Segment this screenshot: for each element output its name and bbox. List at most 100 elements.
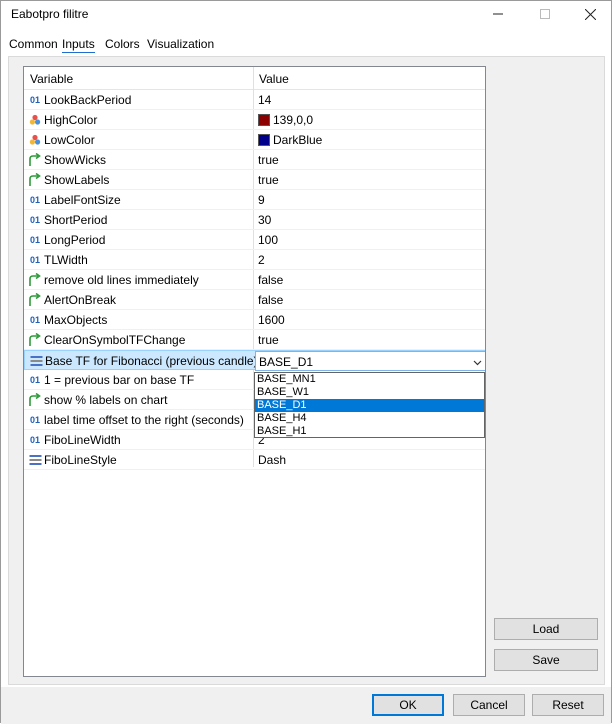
row-value-text: true (258, 153, 279, 167)
tab-colors[interactable]: Colors (105, 37, 140, 51)
grid-row[interactable]: ShowLabels true (24, 170, 485, 190)
color-swatch (258, 114, 270, 126)
grid-row[interactable]: ClearOnSymbolTFChange true (24, 330, 485, 350)
grid-row[interactable]: FiboLineStyle Dash (24, 450, 485, 470)
integer-icon: 01 (28, 433, 42, 447)
row-value-text: 1600 (258, 313, 285, 327)
enum-icon (29, 354, 43, 368)
row-value[interactable]: 2 (258, 253, 265, 267)
chevron-down-icon[interactable] (473, 356, 482, 370)
integer-icon: 01 (28, 413, 42, 427)
enum-icon (28, 453, 42, 467)
header-value[interactable]: Value (259, 72, 289, 86)
bool-icon (28, 273, 42, 287)
row-value[interactable]: 100 (258, 233, 278, 247)
row-value[interactable]: true (258, 153, 279, 167)
integer-glyph: 01 (29, 315, 40, 325)
row-value-text: 9 (258, 193, 265, 207)
dropdown-option[interactable]: BASE_H4 (255, 412, 484, 425)
cancel-button[interactable]: Cancel (453, 694, 525, 716)
row-value[interactable]: 9 (258, 193, 265, 207)
grid-row[interactable]: HighColor 139,0,0 (24, 110, 485, 130)
grid-row[interactable]: LowColor DarkBlue (24, 130, 485, 150)
row-value-text: 100 (258, 233, 279, 247)
row-value-text: 2 (258, 253, 265, 267)
bool-icon (28, 153, 42, 167)
integer-icon: 01 (28, 93, 42, 107)
color-swatch (258, 134, 270, 146)
row-value[interactable]: false (258, 293, 283, 307)
dropdown-option[interactable]: BASE_H1 (255, 425, 484, 438)
row-value[interactable]: false (258, 273, 283, 287)
load-button[interactable]: Load (494, 618, 598, 640)
grid-row[interactable]: 01 LongPeriod 100 (24, 230, 485, 250)
row-value-text: true (258, 333, 279, 347)
row-value[interactable]: true (258, 333, 279, 347)
title-bar: Eabotpro filitre (1, 1, 611, 27)
grid-row[interactable]: Base TF for Fibonacci (previous candle) B… (24, 350, 485, 371)
reset-button[interactable]: Reset (532, 694, 604, 716)
row-variable-name: ShortPeriod (44, 213, 108, 227)
header-variable[interactable]: Variable (30, 72, 73, 86)
minimize-button[interactable] (475, 1, 521, 27)
integer-icon: 01 (28, 313, 42, 327)
dropdown-option[interactable]: BASE_W1 (255, 386, 484, 399)
row-value-text: 14 (258, 93, 272, 107)
integer-glyph: 01 (29, 375, 40, 385)
integer-glyph: 01 (29, 215, 40, 225)
tab-visualization[interactable]: Visualization (147, 37, 214, 51)
dropdown-option[interactable]: BASE_D1 (255, 399, 484, 412)
save-button[interactable]: Save (494, 649, 598, 671)
color-icon (28, 113, 42, 127)
row-value[interactable]: true (258, 173, 279, 187)
grid-row[interactable]: 01 LabelFontSize 9 (24, 190, 485, 210)
integer-glyph: 01 (29, 195, 40, 205)
row-variable-name: HighColor (44, 113, 98, 127)
row-value-text: 30 (258, 213, 272, 227)
row-value[interactable]: Dash (258, 453, 286, 467)
row-variable-name: ClearOnSymbolTFChange (44, 333, 186, 347)
grid-row[interactable]: AlertOnBreak false (24, 290, 485, 310)
row-value[interactable]: 30 (258, 213, 271, 227)
grid-row[interactable]: remove old lines immediately false (24, 270, 485, 290)
grid-row[interactable]: 01 LookBackPeriod 14 (24, 90, 485, 110)
close-button[interactable] (567, 1, 613, 27)
timeframe-combobox[interactable]: BASE_D1 (255, 351, 485, 371)
row-variable-name: ShowLabels (44, 173, 110, 187)
row-variable-name: TLWidth (44, 253, 88, 267)
row-variable-name: LookBackPeriod (44, 93, 132, 107)
minimize-icon (493, 13, 503, 15)
row-value[interactable]: 139,0,0 (258, 113, 313, 127)
row-variable-name: LabelFontSize (44, 193, 121, 207)
row-variable-name: AlertOnBreak (44, 293, 117, 307)
grid-row[interactable]: ShowWicks true (24, 150, 485, 170)
bool-icon (28, 393, 42, 407)
row-value-text: Dash (258, 453, 287, 467)
tab-inputs[interactable]: Inputs (62, 37, 95, 53)
row-value-text: false (258, 273, 284, 287)
grid-row[interactable]: 01 TLWidth 2 (24, 250, 485, 270)
timeframe-dropdown-list: BASE_MN1 BASE_W1 BASE_D1 BASE_H4 BASE_H1 (254, 372, 485, 438)
ok-button[interactable]: OK (372, 694, 444, 716)
row-value[interactable]: 14 (258, 93, 271, 107)
row-variable-name: ShowWicks (44, 153, 107, 167)
row-value[interactable]: 1600 (258, 313, 285, 327)
grid-row[interactable]: 01 ShortPeriod 30 (24, 210, 485, 230)
bool-icon (28, 173, 42, 187)
maximize-icon (540, 9, 550, 19)
integer-glyph: 01 (29, 435, 40, 445)
color-icon (28, 133, 42, 147)
row-variable-name: Base TF for Fibonacci (previous candle) (45, 354, 258, 368)
row-variable-name: FiboLineStyle (44, 453, 117, 467)
integer-glyph: 01 (29, 95, 40, 105)
maximize-button[interactable] (522, 1, 568, 27)
row-value-text: 139,0,0 (273, 113, 314, 127)
grid-row[interactable]: 01 MaxObjects 1600 (24, 310, 485, 330)
grid-header: Variable Value (24, 67, 485, 90)
tab-common[interactable]: Common (9, 37, 58, 51)
integer-icon: 01 (28, 213, 42, 227)
dialog-window: Eabotpro filitre Common Inputs Colors Vi… (0, 0, 612, 724)
row-variable-name: FiboLineWidth (44, 433, 121, 447)
row-value[interactable]: DarkBlue (258, 133, 322, 147)
dropdown-option[interactable]: BASE_MN1 (255, 373, 484, 386)
